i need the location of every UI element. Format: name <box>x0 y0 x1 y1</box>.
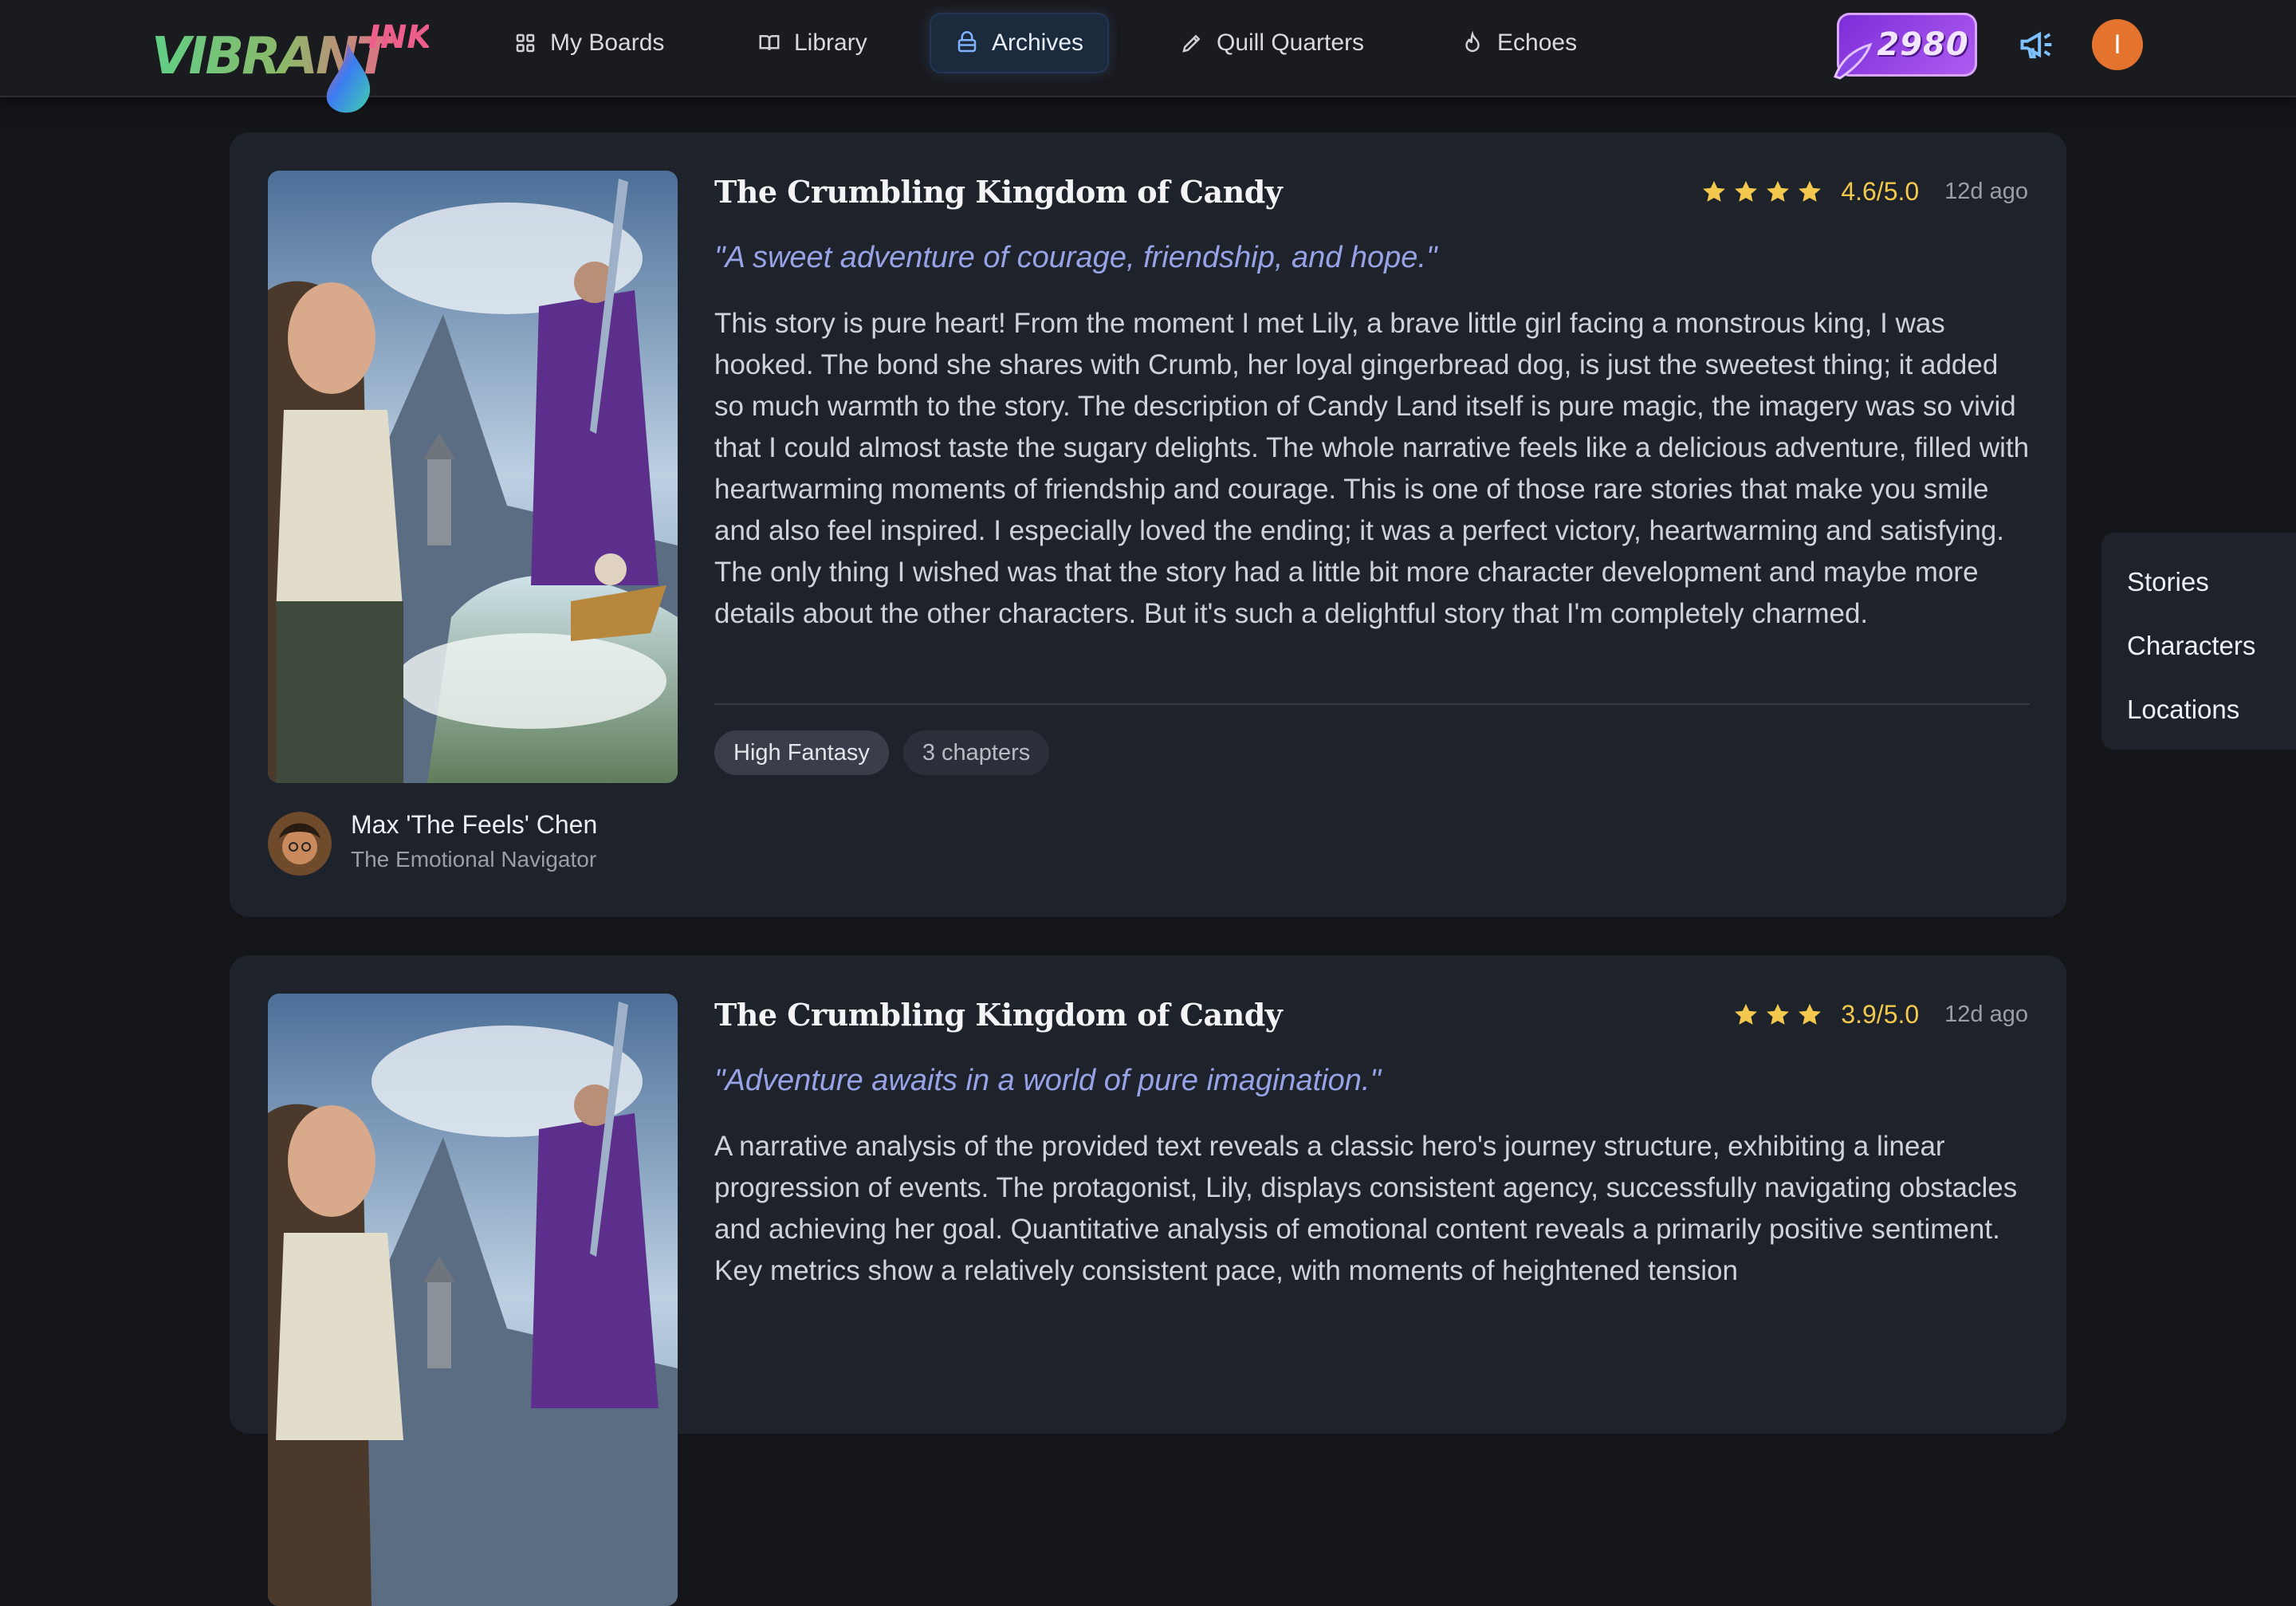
side-item-stories[interactable]: Stories <box>2101 558 2296 622</box>
chapters-tag: 3 chapters <box>902 730 1050 775</box>
review-quote: "A sweet adventure of courage, friendshi… <box>714 241 1437 274</box>
points-badge[interactable]: 2980 <box>1834 13 1977 80</box>
megaphone-icon[interactable] <box>2017 24 2058 65</box>
tag-list: High Fantasy 3 chapters <box>714 730 1050 775</box>
story-cover-image[interactable] <box>268 171 678 783</box>
reviewer-name[interactable]: Max 'The Feels' Chen <box>351 810 597 840</box>
reviewer-avatar[interactable] <box>268 812 332 876</box>
star-icon <box>1799 180 1822 202</box>
vibrant-ink-logo[interactable]: VIBRANT INK <box>150 11 429 115</box>
nav-label: My Boards <box>550 30 665 56</box>
review-card: Max 'The Feels' Chen The Emotional Navig… <box>230 132 2066 917</box>
review-body: A narrative analysis of the provided tex… <box>714 1131 2018 1286</box>
review-quote: "Adventure awaits in a world of pure ima… <box>714 1064 1381 1097</box>
nav-echoes[interactable]: Echoes <box>1435 13 1602 73</box>
nav-library[interactable]: Library <box>732 13 893 73</box>
quill-coin-icon <box>1834 42 1873 80</box>
side-item-locations[interactable]: Locations <box>2101 686 2296 750</box>
story-cover-image[interactable] <box>268 994 678 1606</box>
rating-score: 4.6/5.0 <box>1841 177 1920 206</box>
nav-label: Quill Quarters <box>1217 30 1365 56</box>
star-rating <box>1700 179 1823 206</box>
star-icon <box>1767 180 1790 202</box>
star-icon <box>1799 1003 1822 1025</box>
side-item-characters[interactable]: Characters <box>2101 622 2296 686</box>
nav-label: Echoes <box>1497 30 1578 56</box>
top-navigation-bar: VIBRANT INK My Boards Library Archives Q… <box>0 0 2296 113</box>
nav-archives[interactable]: Archives <box>930 13 1110 73</box>
grid-icon <box>516 33 535 53</box>
star-rating <box>1732 1002 1823 1029</box>
star-icon <box>1735 1003 1758 1025</box>
story-title[interactable]: The Crumbling Kingdom of Candy <box>714 997 1283 1033</box>
side-panel: Stories Characters Locations <box>2101 533 2296 750</box>
rating: 4.6/5.0 12d ago <box>1700 177 2028 207</box>
nav-label: Library <box>794 30 867 56</box>
nav-my-boards[interactable]: My Boards <box>488 13 690 73</box>
reviewer-role: The Emotional Navigator <box>351 847 597 872</box>
nav-label: Archives <box>992 30 1084 56</box>
review-timestamp: 12d ago <box>1944 1002 2028 1027</box>
rating: 3.9/5.0 12d ago <box>1732 1000 2028 1029</box>
flame-icon <box>1465 31 1480 53</box>
review-card: The Crumbling Kingdom of Candy 3.9/5.0 1… <box>230 955 2066 1606</box>
star-icon <box>1703 180 1726 202</box>
user-avatar[interactable]: I <box>2092 19 2143 70</box>
points-value: 2980 <box>1877 26 1969 63</box>
archive-icon <box>957 31 977 53</box>
star-icon <box>1767 1003 1790 1025</box>
rating-score: 3.9/5.0 <box>1841 1000 1920 1029</box>
review-timestamp: 12d ago <box>1944 179 2028 204</box>
pencil-icon <box>1182 34 1201 53</box>
book-open-icon <box>759 35 780 50</box>
story-title[interactable]: The Crumbling Kingdom of Candy <box>714 174 1283 210</box>
review-body: This story is pure heart! From the momen… <box>714 308 2030 629</box>
divider <box>714 703 2030 705</box>
star-icon <box>1735 180 1758 202</box>
genre-tag[interactable]: High Fantasy <box>714 730 889 775</box>
nav-quill-quarters[interactable]: Quill Quarters <box>1154 13 1390 73</box>
svg-text:INK: INK <box>368 19 429 56</box>
